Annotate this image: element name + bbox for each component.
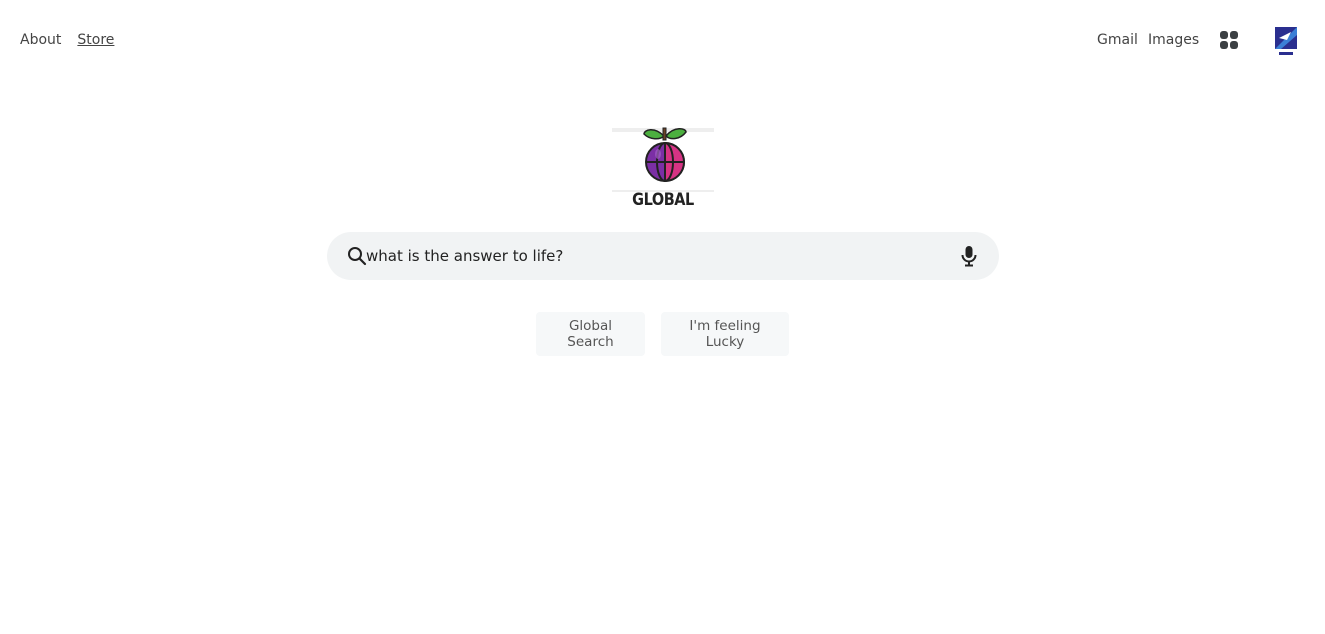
microphone-icon[interactable] (959, 245, 979, 267)
global-logo: GLOBAL (612, 122, 714, 214)
search-input[interactable] (366, 244, 926, 268)
top-nav-left: About Store (20, 31, 114, 49)
logo-text: GLOBAL (632, 190, 694, 210)
search-bar (327, 232, 999, 280)
avatar[interactable] (1273, 26, 1299, 58)
about-link[interactable]: About (20, 31, 61, 49)
gmail-link[interactable]: Gmail (1097, 31, 1138, 49)
search-icon (347, 246, 367, 266)
store-link[interactable]: Store (77, 31, 114, 49)
global-search-button[interactable]: Global Search (536, 312, 645, 356)
feeling-lucky-button[interactable]: I'm feeling Lucky (661, 312, 789, 356)
images-link[interactable]: Images (1148, 31, 1199, 49)
apps-grid-icon[interactable] (1220, 31, 1238, 49)
